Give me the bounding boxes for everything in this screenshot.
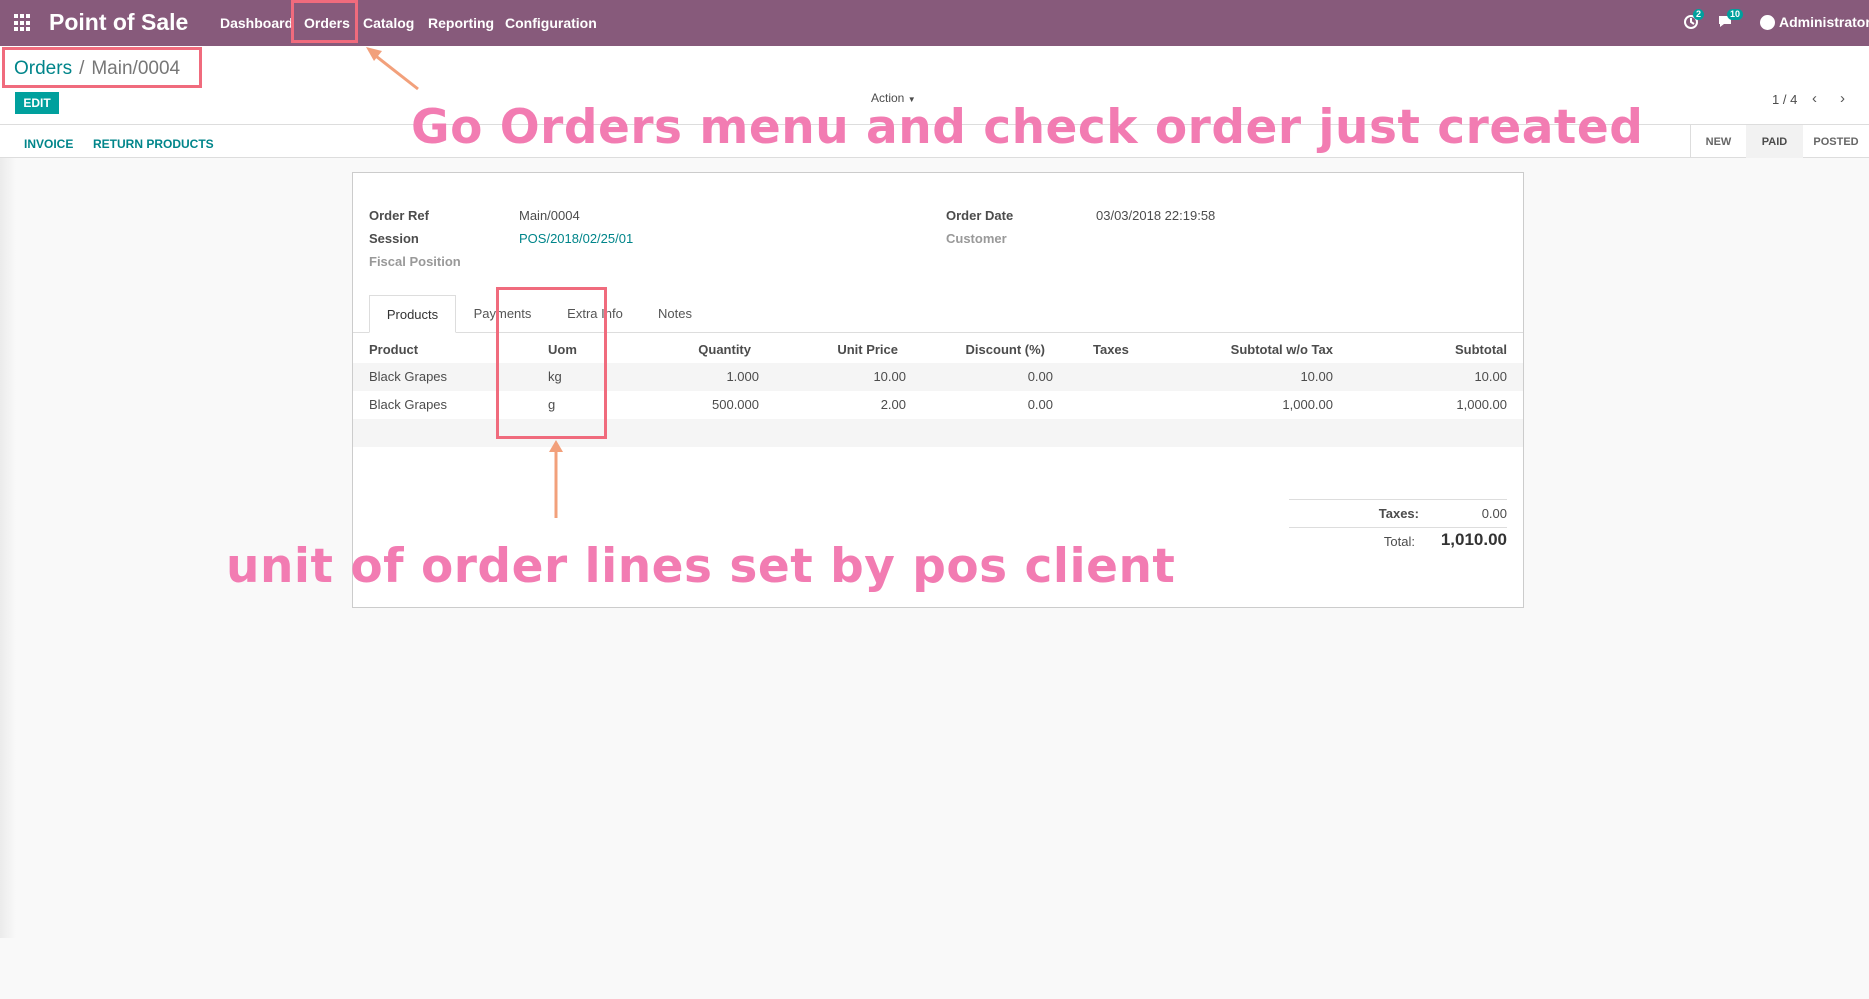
column-header-subtotal-wo-tax[interactable]: Subtotal w/o Tax	[1173, 342, 1333, 357]
grand-total-label: Total:	[1383, 534, 1415, 549]
cell-discount: 0.00	[1027, 369, 1053, 384]
activity-count-badge: 2	[1693, 9, 1705, 20]
pager-previous-icon[interactable]: ‹	[1812, 90, 1817, 107]
grand-total-value: 1,010.00	[1440, 530, 1507, 549]
annotation-text-bottom: unit of order lines set by pos client	[226, 539, 1176, 594]
menu-dashboard[interactable]: Dashboard	[220, 15, 293, 31]
column-header-unit-price[interactable]: Unit Price	[813, 342, 898, 357]
user-avatar-icon[interactable]	[1760, 15, 1775, 30]
menu-configuration[interactable]: Configuration	[505, 15, 597, 31]
session-link[interactable]: POS/2018/02/25/01	[519, 231, 633, 246]
cell-unit-price: 10.00	[873, 369, 906, 384]
menu-reporting[interactable]: Reporting	[428, 15, 494, 31]
cell-quantity: 1.000	[726, 369, 759, 384]
cell-unit-price: 2.00	[880, 397, 906, 412]
cell-product: Black Grapes	[369, 369, 448, 384]
invoice-button[interactable]: INVOICE	[24, 137, 73, 151]
column-header-product[interactable]: Product	[369, 342, 418, 357]
annotation-arrow-bottom	[549, 440, 563, 518]
return-products-button[interactable]: RETURN PRODUCTS	[93, 137, 214, 151]
pager-next-icon[interactable]: ›	[1840, 90, 1845, 107]
stage-posted[interactable]: POSTED	[1803, 125, 1869, 158]
cell-subtotal: 10.00	[1474, 369, 1507, 384]
tab-notes[interactable]: Notes	[641, 295, 709, 333]
annotation-box-uom-column	[496, 287, 607, 439]
session-label: Session	[369, 231, 419, 246]
tab-products[interactable]: Products	[369, 295, 456, 333]
order-date-label: Order Date	[946, 208, 1014, 223]
cell-subtotal-wo-tax: 10.00	[1300, 369, 1333, 384]
cell-discount: 0.00	[1027, 397, 1053, 412]
cell-subtotal-wo-tax: 1,000.00	[1282, 397, 1333, 412]
left-edge-shadow	[0, 158, 16, 938]
annotation-arrow-top	[366, 47, 419, 91]
customer-label: Customer	[946, 231, 1007, 246]
cell-product: Black Grapes	[369, 397, 448, 412]
annotation-box-orders-menu	[291, 0, 358, 43]
taxes-total-value: 0.00	[1481, 506, 1507, 521]
apps-grid-icon[interactable]	[14, 14, 32, 32]
annotation-text-top: Go Orders menu and check order just crea…	[411, 100, 1644, 155]
app-title: Point of Sale	[49, 9, 189, 35]
column-header-taxes[interactable]: Taxes	[1093, 342, 1129, 357]
annotation-box-breadcrumb	[2, 47, 202, 88]
fiscal-position-label: Fiscal Position	[369, 254, 461, 269]
activity-icon[interactable]: 2	[1683, 9, 1705, 32]
edit-button[interactable]: EDIT	[15, 92, 59, 114]
stage-paid[interactable]: PAID	[1746, 125, 1803, 158]
order-ref-label: Order Ref	[369, 208, 429, 223]
taxes-total-label: Taxes:	[1378, 506, 1419, 521]
column-header-quantity[interactable]: Quantity	[693, 342, 751, 357]
order-ref-value: Main/0004	[519, 208, 580, 223]
order-date-value: 03/03/2018 22:19:58	[1096, 208, 1216, 223]
messages-icon[interactable]: 10	[1717, 9, 1744, 32]
pager-value: 1 / 4	[1772, 92, 1798, 107]
cell-quantity: 500.000	[712, 397, 759, 412]
messages-count-badge: 10	[1727, 9, 1744, 20]
cell-subtotal: 1,000.00	[1456, 397, 1507, 412]
user-menu[interactable]: Administrator	[1779, 14, 1869, 30]
menu-catalog[interactable]: Catalog	[363, 15, 414, 31]
totals-divider	[1289, 499, 1507, 500]
top-navbar: Point of Sale Dashboard Orders Catalog R…	[0, 0, 1869, 46]
column-header-subtotal[interactable]: Subtotal	[1383, 342, 1507, 357]
stage-new[interactable]: NEW	[1690, 125, 1746, 158]
totals-divider	[1289, 527, 1507, 528]
column-header-discount[interactable]: Discount (%)	[943, 342, 1045, 357]
